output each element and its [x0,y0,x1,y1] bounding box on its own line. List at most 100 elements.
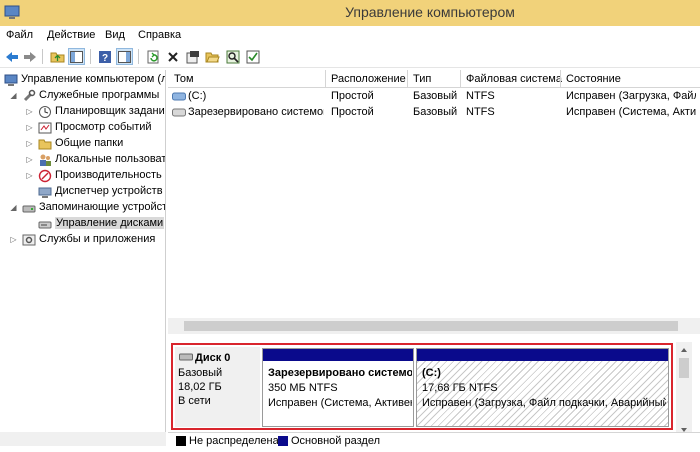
refresh-icon[interactable] [144,48,161,65]
column-header-volume[interactable]: Том [174,73,194,85]
toolbar: ? [0,46,700,68]
tools-icon [22,89,36,103]
volume-list-header: Том Расположение Тип Файловая система Со… [168,70,700,88]
volume-list: Том Расположение Тип Файловая система Со… [168,70,700,334]
drive-icon [172,108,186,117]
partition-c[interactable]: (C:) 17,68 ГБ NTFS Исправен (Загрузка, Ф… [416,348,669,427]
delete-icon[interactable] [164,48,181,65]
shared-folder-icon [38,137,52,151]
collapse-arrow-icon[interactable]: ◢ [9,202,18,214]
menu-help[interactable]: Справка [138,29,181,41]
open-folder-icon[interactable] [204,48,221,65]
volume-layout: Простой [331,90,374,102]
tree-item-label: Запоминающие устройст [39,201,166,213]
menu-file[interactable]: Файл [6,29,33,41]
tree-item-label: Службы и приложения [39,233,156,245]
partition-size: 17,68 ГБ NTFS [422,382,498,394]
expand-arrow-icon[interactable]: ▷ [25,122,34,134]
partition-name: (C:) [422,367,441,379]
navigation-tree: Управление компьютером (л ◢ Служебные пр… [0,70,166,438]
legend-swatch-primary [278,436,288,446]
volume-filesystem: NTFS [466,106,495,118]
expand-arrow-icon[interactable]: ▷ [25,170,34,182]
toolbar-separator [90,49,91,64]
tree-item-label: Производительность [55,169,162,181]
drive-icon [172,92,186,101]
disk-info-panel[interactable]: Диск 0 Базовый 18,02 ГБ В сети [175,347,260,427]
column-header-filesystem[interactable]: Файловая система [466,73,562,85]
tree-item-label: Общие папки [55,137,124,149]
volume-filesystem: NTFS [466,90,495,102]
volume-name: (C:) [188,90,207,102]
partition-type-bar [263,349,413,361]
volume-row[interactable]: (C:) Простой Базовый NTFS Исправен (Загр… [168,89,700,105]
tree-item-label: Служебные программы [39,89,160,101]
column-divider[interactable] [560,70,561,88]
storage-icon [22,201,36,215]
legend-label-primary: Основной раздел [291,435,380,447]
partition-size: 350 МБ NTFS [268,382,338,394]
menu-bar: Файл Действие Вид Справка [0,26,700,46]
tree-item-label: Просмотр событий [55,121,152,133]
show-hide-tree-icon[interactable] [68,48,85,65]
expand-arrow-icon[interactable]: ▷ [9,234,18,246]
properties-icon[interactable] [184,48,201,65]
column-header-status[interactable]: Состояние [566,73,621,85]
scrollbar-thumb[interactable] [184,321,678,331]
volume-status: Исправен (Загрузка, Файл [566,90,696,102]
window-title: Управление компьютером [345,4,515,20]
menu-action[interactable]: Действие [47,29,95,41]
legend-label-unallocated: Не распределена [189,435,279,447]
back-arrow-icon[interactable] [3,48,20,65]
tree-item-label: Диспетчер устройств [55,185,163,197]
expand-arrow-icon[interactable]: ▷ [25,106,34,118]
volume-row[interactable]: Зарезервировано системой Простой Базовый… [168,105,700,121]
forward-arrow-icon[interactable] [21,48,38,65]
expand-arrow-icon[interactable]: ▷ [25,154,34,166]
expand-arrow-icon[interactable]: ▷ [25,138,34,150]
console-view-icon[interactable] [116,48,133,65]
disk-state: В сети [178,395,211,407]
svg-text:?: ? [102,53,108,64]
partition-name: Зарезервировано системой [268,367,412,379]
tree-horizontal-scrollbar[interactable] [0,432,166,446]
performance-icon [38,169,52,183]
partition-status: Исправен (Загрузка, Файл подкачки, Авари… [422,397,666,409]
computer-management-icon [4,73,18,87]
column-header-layout[interactable]: Расположение [331,73,406,85]
collapse-arrow-icon[interactable]: ◢ [9,90,18,102]
disk-view-vertical-scrollbar[interactable] [676,342,692,438]
menu-view[interactable]: Вид [105,29,125,41]
disk-management-icon [38,217,52,231]
tree-item-label: Локальные пользовате [55,153,166,165]
partition-type-bar [417,349,668,361]
title-bar: Управление компьютером [0,0,700,26]
tree-item-label: Управление дисками [55,217,165,229]
column-divider[interactable] [407,70,408,88]
search-icon[interactable] [224,48,241,65]
tree-item-label: Планировщик заданий [55,105,166,117]
column-divider[interactable] [460,70,461,88]
disk-icon [179,352,193,365]
column-divider[interactable] [325,70,326,88]
up-folder-icon[interactable] [49,48,66,65]
toolbar-separator [138,49,139,64]
volume-name: Зарезервировано системой [188,106,324,118]
services-icon [22,233,36,247]
check-list-icon[interactable] [244,48,261,65]
disk-name: Диск 0 [195,352,231,364]
partition-status: Исправен (Система, Активен [268,397,412,409]
help-icon[interactable]: ? [96,48,113,65]
volume-list-horizontal-scrollbar[interactable] [168,318,700,334]
volume-type: Базовый [413,90,458,102]
device-manager-icon [38,185,52,199]
legend-swatch-unallocated [176,436,186,446]
tree-item-label: Управление компьютером (л [21,73,166,85]
legend-bar: Не распределена Основной раздел [168,432,700,450]
volume-layout: Простой [331,106,374,118]
toolbar-separator [42,49,43,64]
volume-status: Исправен (Система, Актив [566,106,696,118]
column-header-type[interactable]: Тип [413,73,431,85]
clock-icon [38,105,52,119]
partition-system-reserved[interactable]: Зарезервировано системой 350 МБ NTFS Исп… [262,348,414,427]
